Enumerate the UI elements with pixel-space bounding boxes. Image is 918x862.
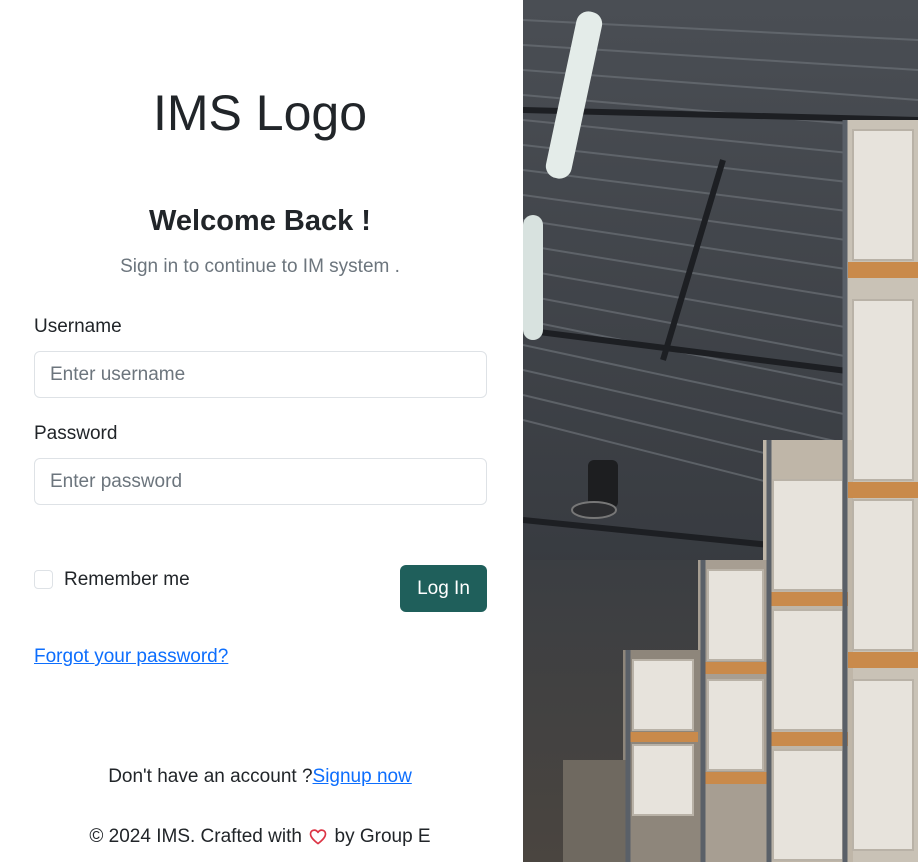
footer-prefix: © 2024 IMS. Crafted with [89,826,302,847]
login-panel: IMS Logo Welcome Back ! Sign in to conti… [0,0,523,862]
footer-suffix: by Group E [334,826,431,847]
remember-me-checkbox[interactable] [34,570,53,589]
heart-icon [309,828,327,851]
welcome-heading: Welcome Back ! [149,205,371,237]
signup-link[interactable]: Signup now [313,766,412,787]
signup-prompt-text: Don't have an account ? [108,766,313,787]
forgot-password-link[interactable]: Forgot your password? [34,646,228,668]
warehouse-photo-illustration [523,0,918,862]
brand-logo: IMS Logo [152,85,367,141]
remember-me-label[interactable]: Remember me [64,569,190,591]
login-subtitle: Sign in to continue to IM system . [120,256,400,277]
username-input[interactable] [34,351,487,398]
password-label: Password [34,423,118,444]
username-label: Username [34,316,122,337]
warehouse-hero-image [523,0,918,862]
password-input[interactable] [34,458,487,505]
login-page: IMS Logo Welcome Back ! Sign in to conti… [0,0,918,862]
login-button[interactable]: Log In [400,565,487,612]
footer: © 2024 IMS. Crafted with by Group E [0,826,520,851]
signup-prompt: Don't have an account ?Signup now [0,766,520,788]
